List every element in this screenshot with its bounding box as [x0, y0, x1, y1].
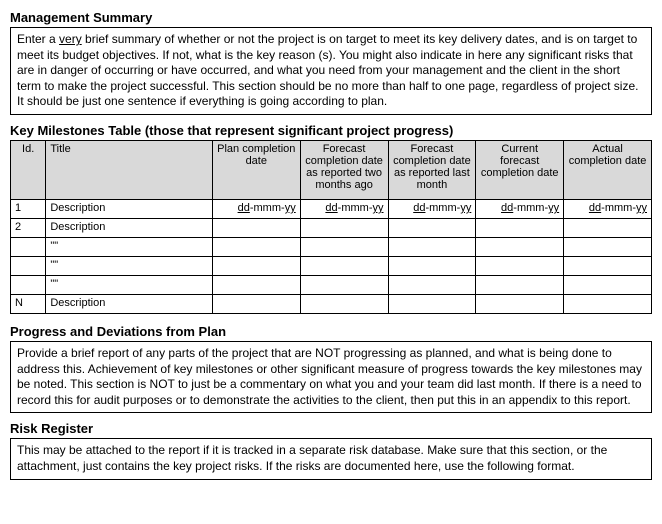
- cell-date: [300, 294, 388, 313]
- cell-date: [564, 275, 652, 294]
- col-forecast-1mo: Forecast completion date as reported las…: [388, 140, 476, 199]
- cell-date: [212, 237, 300, 256]
- col-current-forecast: Current forecast completion date: [476, 140, 564, 199]
- cell-title: "": [46, 256, 213, 275]
- cell-date: [300, 218, 388, 237]
- progress-title: Progress and Deviations from Plan: [10, 324, 652, 339]
- col-actual: Actual completion date: [564, 140, 652, 199]
- cell-date: [476, 218, 564, 237]
- progress-text: Provide a brief report of any parts of t…: [17, 346, 642, 407]
- table-row: 2Description: [11, 218, 652, 237]
- cell-id: [11, 256, 46, 275]
- cell-date: [388, 275, 476, 294]
- cell-id: N: [11, 294, 46, 313]
- cell-date: [388, 256, 476, 275]
- mgmt-summary-box: Enter a very brief summary of whether or…: [10, 27, 652, 115]
- cell-date: [476, 237, 564, 256]
- cell-date: dd-mmm-yy: [212, 199, 300, 218]
- cell-date: dd-mmm-yy: [476, 199, 564, 218]
- cell-title: Description: [46, 218, 213, 237]
- cell-date: dd-mmm-yy: [300, 199, 388, 218]
- table-row: 1Descriptiondd-mmm-yydd-mmm-yydd-mmm-yyd…: [11, 199, 652, 218]
- cell-date: [300, 275, 388, 294]
- cell-date: [564, 237, 652, 256]
- cell-date: [212, 218, 300, 237]
- milestones-title: Key Milestones Table (those that represe…: [10, 123, 652, 138]
- cell-title: Description: [46, 294, 213, 313]
- cell-date: [476, 294, 564, 313]
- cell-date: [300, 237, 388, 256]
- col-title: Title: [46, 140, 213, 199]
- col-id: Id.: [11, 140, 46, 199]
- cell-date: [564, 256, 652, 275]
- cell-id: [11, 237, 46, 256]
- cell-date: [564, 218, 652, 237]
- risk-box: This may be attached to the report if it…: [10, 438, 652, 479]
- cell-id: 2: [11, 218, 46, 237]
- cell-id: [11, 275, 46, 294]
- table-row: "": [11, 237, 652, 256]
- progress-box: Provide a brief report of any parts of t…: [10, 341, 652, 413]
- mgmt-text-underlined: very: [59, 32, 82, 46]
- mgmt-text-post: brief summary of whether or not the proj…: [17, 32, 638, 108]
- cell-date: [212, 256, 300, 275]
- cell-date: [388, 218, 476, 237]
- risk-text: This may be attached to the report if it…: [17, 443, 607, 473]
- cell-date: [564, 294, 652, 313]
- cell-date: [212, 294, 300, 313]
- table-row: "": [11, 275, 652, 294]
- cell-date: [300, 256, 388, 275]
- col-forecast-2mo: Forecast completion date as reported two…: [300, 140, 388, 199]
- table-header-row: Id. Title Plan completion date Forecast …: [11, 140, 652, 199]
- cell-date: [476, 275, 564, 294]
- table-row: NDescription: [11, 294, 652, 313]
- milestones-table: Id. Title Plan completion date Forecast …: [10, 140, 652, 314]
- cell-date: [388, 294, 476, 313]
- cell-title: "": [46, 275, 213, 294]
- cell-date: [476, 256, 564, 275]
- mgmt-text-pre: Enter a: [17, 32, 59, 46]
- cell-date: [212, 275, 300, 294]
- table-row: "": [11, 256, 652, 275]
- cell-date: dd-mmm-yy: [564, 199, 652, 218]
- cell-title: "": [46, 237, 213, 256]
- cell-id: 1: [11, 199, 46, 218]
- risk-title: Risk Register: [10, 421, 652, 436]
- cell-title: Description: [46, 199, 213, 218]
- mgmt-summary-title: Management Summary: [10, 10, 652, 25]
- cell-date: dd-mmm-yy: [388, 199, 476, 218]
- col-plan: Plan completion date: [212, 140, 300, 199]
- cell-date: [388, 237, 476, 256]
